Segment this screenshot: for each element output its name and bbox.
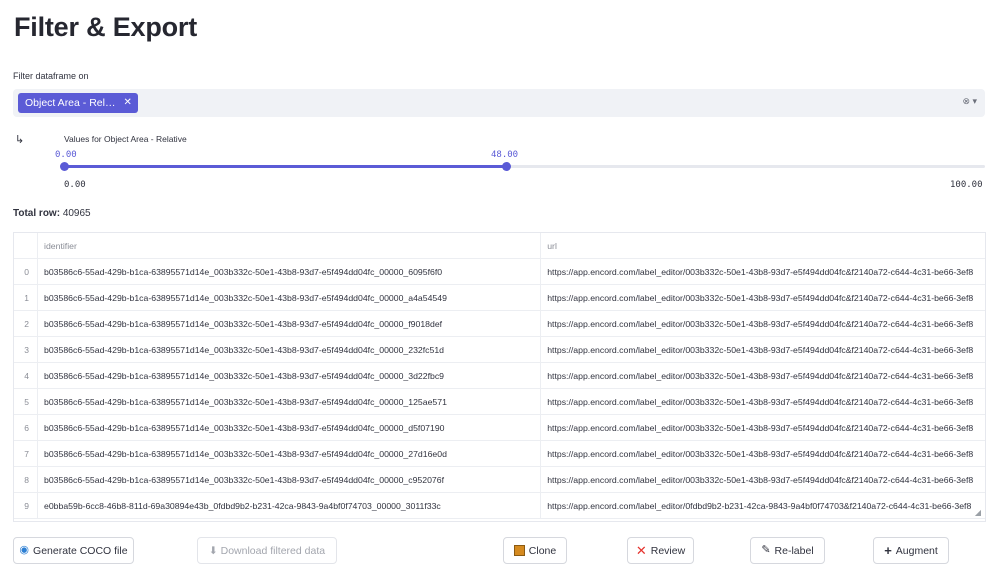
download-filtered-button[interactable]: ⬇ Download filtered data <box>197 537 337 564</box>
url-cell[interactable]: https://app.encord.com/label_editor/003b… <box>540 362 985 389</box>
identifier-cell[interactable]: b03586c6-55ad-429b-b1ca-63895571d14e_003… <box>37 388 542 415</box>
augment-button[interactable]: + Augment <box>873 537 949 564</box>
url-cell[interactable]: https://app.encord.com/label_editor/003b… <box>540 440 985 467</box>
url-cell[interactable]: https://app.encord.com/label_editor/003b… <box>540 284 985 311</box>
identifier-cell[interactable]: e0bba59b-6cc8-46b8-811d-69a30894e43b_0fd… <box>37 492 542 519</box>
url-cell[interactable]: https://app.encord.com/label_editor/003b… <box>540 310 985 337</box>
table-header-row: identifier url <box>14 233 985 259</box>
row-index[interactable]: 4 <box>14 362 39 389</box>
table-row[interactable]: 6 b03586c6-55ad-429b-b1ca-63895571d14e_00… <box>14 414 985 441</box>
url-cell[interactable]: https://app.encord.com/label_editor/003b… <box>540 336 985 363</box>
identifier-cell[interactable]: b03586c6-55ad-429b-b1ca-63895571d14e_003… <box>37 258 542 285</box>
filter-chip[interactable]: Object Area - Rel… ✕ <box>18 93 138 113</box>
slider-current-min: 0.00 <box>55 150 77 160</box>
url-cell[interactable]: https://app.encord.com/label_editor/0fdb… <box>540 492 985 519</box>
identifier-cell[interactable]: b03586c6-55ad-429b-b1ca-63895571d14e_003… <box>37 284 542 311</box>
coco-icon: ◉ <box>19 544 30 556</box>
table-row[interactable]: 8 b03586c6-55ad-429b-b1ca-63895571d14e_00… <box>14 466 985 493</box>
identifier-cell[interactable]: b03586c6-55ad-429b-b1ca-63895571d14e_003… <box>37 466 542 493</box>
filter-chip-label: Object Area - Rel… <box>25 97 116 109</box>
filter-label: Filter dataframe on <box>13 71 89 81</box>
identifier-cell[interactable]: b03586c6-55ad-429b-b1ca-63895571d14e_003… <box>37 362 542 389</box>
relabel-label: Re-label <box>774 544 814 557</box>
clone-button[interactable]: Clone <box>503 537 567 564</box>
review-button[interactable]: ✕ Review <box>627 537 694 564</box>
identifier-cell[interactable]: b03586c6-55ad-429b-b1ca-63895571d14e_003… <box>37 414 542 441</box>
table-row[interactable]: 2 b03586c6-55ad-429b-b1ca-63895571d14e_00… <box>14 310 985 337</box>
augment-label: Augment <box>895 544 938 557</box>
generate-coco-button[interactable]: ◉ Generate COCO file <box>13 537 134 564</box>
slider-current-max: 48.00 <box>491 150 519 160</box>
identifier-cell[interactable]: b03586c6-55ad-429b-b1ca-63895571d14e_003… <box>37 310 542 337</box>
slider-range-max: 100.00 <box>950 180 983 190</box>
row-index[interactable]: 1 <box>14 284 39 311</box>
row-index[interactable]: 9 <box>14 492 39 519</box>
slider-thumb-min[interactable] <box>60 162 69 171</box>
download-filtered-label: ⬇ Download filtered data <box>208 544 326 557</box>
table-row[interactable]: 3 b03586c6-55ad-429b-b1ca-63895571d14e_00… <box>14 336 985 363</box>
total-rows: Total row: 40965 <box>13 208 91 219</box>
total-rows-label: Total row: <box>13 208 61 219</box>
identifier-header[interactable]: identifier <box>37 233 542 259</box>
row-index[interactable]: 3 <box>14 336 39 363</box>
slider-range-min: 0.00 <box>64 180 86 190</box>
row-index[interactable]: 5 <box>14 388 39 415</box>
clone-label: Clone <box>528 544 557 557</box>
row-index[interactable]: 6 <box>14 414 39 441</box>
row-index[interactable]: 2 <box>14 310 39 337</box>
resize-handle-icon[interactable]: ◢ <box>975 508 981 517</box>
url-cell[interactable]: https://app.encord.com/label_editor/003b… <box>540 466 985 493</box>
table-row[interactable]: 5 b03586c6-55ad-429b-b1ca-63895571d14e_00… <box>14 388 985 415</box>
url-cell[interactable]: https://app.encord.com/label_editor/003b… <box>540 414 985 441</box>
filter-multiselect[interactable]: Object Area - Rel… ✕ ⊗ ▾ <box>13 89 985 117</box>
chip-close-icon[interactable]: ✕ <box>123 93 131 113</box>
relabel-button[interactable]: ✎ Re-label <box>750 537 825 564</box>
table-row[interactable]: 7 b03586c6-55ad-429b-b1ca-63895571d14e_00… <box>14 440 985 467</box>
row-index[interactable]: 8 <box>14 466 39 493</box>
plus-icon: + <box>884 543 892 558</box>
table-row[interactable]: 4 b03586c6-55ad-429b-b1ca-63895571d14e_00… <box>14 362 985 389</box>
clone-icon <box>513 545 525 556</box>
nested-arrow-icon: ↳ <box>15 134 25 146</box>
total-rows-value: 40965 <box>62 208 91 219</box>
index-header <box>14 233 39 259</box>
slider-selected-range <box>64 165 506 168</box>
table-row[interactable]: 9 e0bba59b-6cc8-46b8-811d-69a30894e43b_0f… <box>14 492 985 519</box>
slider-thumb-max[interactable] <box>502 162 511 171</box>
generate-coco-label: Generate COCO file <box>33 544 128 557</box>
row-index[interactable]: 0 <box>14 258 39 285</box>
url-header[interactable]: url <box>540 233 985 259</box>
x-mark-icon: ✕ <box>635 543 647 558</box>
review-label: Review <box>650 544 686 557</box>
url-cell[interactable]: https://app.encord.com/label_editor/003b… <box>540 258 985 285</box>
table-row[interactable]: 0 b03586c6-55ad-429b-b1ca-63895571d14e_00… <box>14 258 985 285</box>
url-cell[interactable]: https://app.encord.com/label_editor/003b… <box>540 388 985 415</box>
page-title: Filter & Export <box>14 12 198 42</box>
multiselect-controls[interactable]: ⊗ ▾ <box>962 96 977 107</box>
table-row[interactable]: 1 b03586c6-55ad-429b-b1ca-63895571d14e_00… <box>14 284 985 311</box>
pencil-icon: ✎ <box>761 544 771 556</box>
identifier-cell[interactable]: b03586c6-55ad-429b-b1ca-63895571d14e_003… <box>37 336 542 363</box>
identifier-cell[interactable]: b03586c6-55ad-429b-b1ca-63895571d14e_003… <box>37 440 542 467</box>
row-index[interactable]: 7 <box>14 440 39 467</box>
data-table[interactable]: identifier url 0 b03586c6-55ad-429b-b1ca-… <box>13 232 986 522</box>
slider-label: Values for Object Area - Relative <box>64 134 187 144</box>
